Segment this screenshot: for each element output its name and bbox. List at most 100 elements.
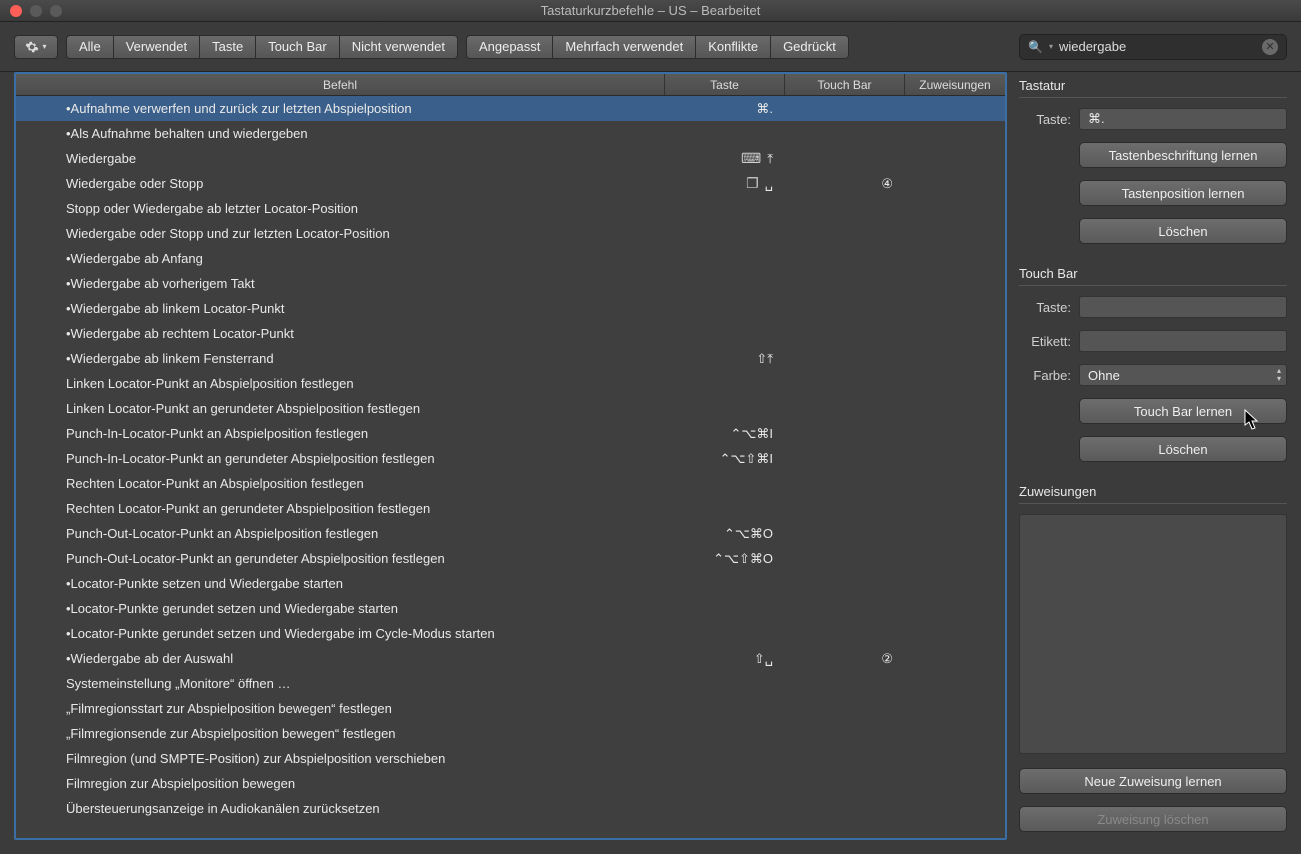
filter-gedrückt[interactable]: Gedrückt [770,35,849,59]
table-row[interactable]: •Wiedergabe ab Anfang [16,246,1005,271]
table-row[interactable]: Systemeinstellung „Monitore“ öffnen … [16,671,1005,696]
table-row[interactable]: •Aufnahme verwerfen und zurück zur letzt… [16,96,1005,121]
filter-nicht-verwendet[interactable]: Nicht verwendet [339,35,458,59]
cell-command: Filmregion (und SMPTE-Position) zur Absp… [16,751,665,766]
sidebar: Tastatur Taste: ⌘. Tastenbeschriftung le… [1019,72,1287,840]
delete-touchbar-button[interactable]: Löschen [1079,436,1287,462]
cell-key: ⌃⌥⌘I [665,426,785,442]
cell-command: Filmregion zur Abspielposition bewegen [16,776,665,791]
table-row[interactable]: Linken Locator-Punkt an gerundeter Abspi… [16,396,1005,421]
window: Tastaturkurzbefehle – US – Bearbeitet ▾ … [0,0,1301,854]
table-row[interactable]: „Filmregionsende zur Abspielposition bew… [16,721,1005,746]
filter-konflikte[interactable]: Konflikte [695,35,770,59]
cell-command: „Filmregionsstart zur Abspielposition be… [16,701,665,716]
col-assignments[interactable]: Zuweisungen [905,74,1005,95]
table-row[interactable]: „Filmregionsstart zur Abspielposition be… [16,696,1005,721]
table-row[interactable]: Filmregion (und SMPTE-Position) zur Absp… [16,746,1005,771]
tb-etikett-field[interactable] [1079,330,1287,352]
search-field[interactable]: 🔍 ▾ ✕ [1019,34,1287,60]
commands-table: Befehl Taste Touch Bar Zuweisungen •Aufn… [14,72,1007,840]
window-title: Tastaturkurzbefehle – US – Bearbeitet [0,3,1301,18]
cell-command: Linken Locator-Punkt an gerundeter Abspi… [16,401,665,416]
table-row[interactable]: Punch-In-Locator-Punkt an gerundeter Abs… [16,446,1005,471]
toolbar: ▾ AlleVerwendetTasteTouch BarNicht verwe… [0,22,1301,72]
table-row[interactable]: •Wiedergabe ab linkem Locator-Punkt [16,296,1005,321]
table-row[interactable]: •Locator-Punkte setzen und Wiedergabe st… [16,571,1005,596]
cell-key: ❐␣ [665,175,785,192]
table-row[interactable]: Punch-Out-Locator-Punkt an gerundeter Ab… [16,546,1005,571]
table-row[interactable]: •Locator-Punkte gerundet setzen und Wied… [16,596,1005,621]
cell-command: Punch-Out-Locator-Punkt an gerundeter Ab… [16,551,665,566]
cell-command: Rechten Locator-Punkt an Abspielposition… [16,476,665,491]
cell-command: Punch-In-Locator-Punkt an Abspielpositio… [16,426,665,441]
table-header: Befehl Taste Touch Bar Zuweisungen [16,74,1005,96]
search-input[interactable] [1059,39,1256,54]
learn-key-position-button[interactable]: Tastenposition lernen [1079,180,1287,206]
table-row[interactable]: Übersteuerungsanzeige in Audiokanälen zu… [16,796,1005,821]
touchbar-header: Touch Bar [1019,266,1287,286]
gear-icon [25,40,39,54]
filter-alle[interactable]: Alle [66,35,113,59]
assignments-header: Zuweisungen [1019,484,1287,504]
delete-key-button[interactable]: Löschen [1079,218,1287,244]
key-value-field[interactable]: ⌘. [1079,108,1287,130]
col-touchbar[interactable]: Touch Bar [785,74,905,95]
table-row[interactable]: Filmregion zur Abspielposition bewegen [16,771,1005,796]
cell-command: •Locator-Punkte gerundet setzen und Wied… [16,626,665,641]
table-row[interactable]: •Wiedergabe ab vorherigem Takt [16,271,1005,296]
table-row[interactable]: Wiedergabe⌨⤒ [16,146,1005,171]
table-row[interactable]: •Wiedergabe ab rechtem Locator-Punkt [16,321,1005,346]
keyboard-header: Tastatur [1019,78,1287,98]
cell-command: •Aufnahme verwerfen und zurück zur letzt… [16,101,665,116]
tb-key-label: Taste: [1019,300,1071,315]
table-row[interactable]: •Locator-Punkte gerundet setzen und Wied… [16,621,1005,646]
cell-key: ⌃⌥⌘O [665,526,785,542]
cell-command: •Als Aufnahme behalten und wiedergeben [16,126,665,141]
filter-segment-1: AlleVerwendetTasteTouch BarNicht verwend… [66,35,458,59]
cell-touchbar: ② [785,651,905,667]
chevron-down-icon: ▾ [1049,42,1053,51]
cell-command: Wiedergabe oder Stopp [16,176,665,191]
clear-search-button[interactable]: ✕ [1262,39,1278,55]
cell-command: Systemeinstellung „Monitore“ öffnen … [16,676,665,691]
learn-key-label-button[interactable]: Tastenbeschriftung lernen [1079,142,1287,168]
cell-command: Wiedergabe [16,151,665,166]
tb-key-field[interactable] [1079,296,1287,318]
cell-command: •Wiedergabe ab linkem Locator-Punkt [16,301,665,316]
filter-mehrfach-verwendet[interactable]: Mehrfach verwendet [552,35,695,59]
table-row[interactable]: Wiedergabe oder Stopp und zur letzten Lo… [16,221,1005,246]
table-row[interactable]: Rechten Locator-Punkt an gerundeter Absp… [16,496,1005,521]
table-row[interactable]: Stopp oder Wiedergabe ab letzter Locator… [16,196,1005,221]
copy-icon: ❐ [746,175,759,191]
filter-taste[interactable]: Taste [199,35,255,59]
filter-segment-2: AngepasstMehrfach verwendetKonflikteGedr… [466,35,849,59]
filter-verwendet[interactable]: Verwendet [113,35,199,59]
table-row[interactable]: •Wiedergabe ab der Auswahl⇧␣② [16,646,1005,671]
tb-farbe-select[interactable]: Ohne [1079,364,1287,386]
cell-command: Übersteuerungsanzeige in Audiokanälen zu… [16,801,665,816]
table-row[interactable]: •Als Aufnahme behalten und wiedergeben [16,121,1005,146]
table-row[interactable]: •Wiedergabe ab linkem Fensterrand⇧⤒ [16,346,1005,371]
gear-menu-button[interactable]: ▾ [14,35,58,59]
col-command[interactable]: Befehl [16,74,665,95]
assignments-list[interactable] [1019,514,1287,754]
cell-key: ⌨⤒ [665,150,785,167]
table-row[interactable]: Wiedergabe oder Stopp❐␣④ [16,171,1005,196]
filter-touch-bar[interactable]: Touch Bar [255,35,339,59]
table-row[interactable]: Punch-Out-Locator-Punkt an Abspielpositi… [16,521,1005,546]
table-row[interactable]: Rechten Locator-Punkt an Abspielposition… [16,471,1005,496]
cell-command: •Wiedergabe ab rechtem Locator-Punkt [16,326,665,341]
table-row[interactable]: Punch-In-Locator-Punkt an Abspielpositio… [16,421,1005,446]
chevron-down-icon: ▾ [42,42,46,51]
filter-angepasst[interactable]: Angepasst [466,35,552,59]
cell-touchbar: ④ [785,176,905,192]
col-key[interactable]: Taste [665,74,785,95]
delete-assignment-button[interactable]: Zuweisung löschen [1019,806,1287,832]
search-icon: 🔍 [1028,40,1043,54]
new-assignment-button[interactable]: Neue Zuweisung lernen [1019,768,1287,794]
table-row[interactable]: Linken Locator-Punkt an Abspielposition … [16,371,1005,396]
main-area: Befehl Taste Touch Bar Zuweisungen •Aufn… [0,72,1301,854]
keypad-icon: ⌨ [741,150,761,166]
learn-touchbar-button[interactable]: Touch Bar lernen [1079,398,1287,424]
tb-farbe-label: Farbe: [1019,368,1071,383]
